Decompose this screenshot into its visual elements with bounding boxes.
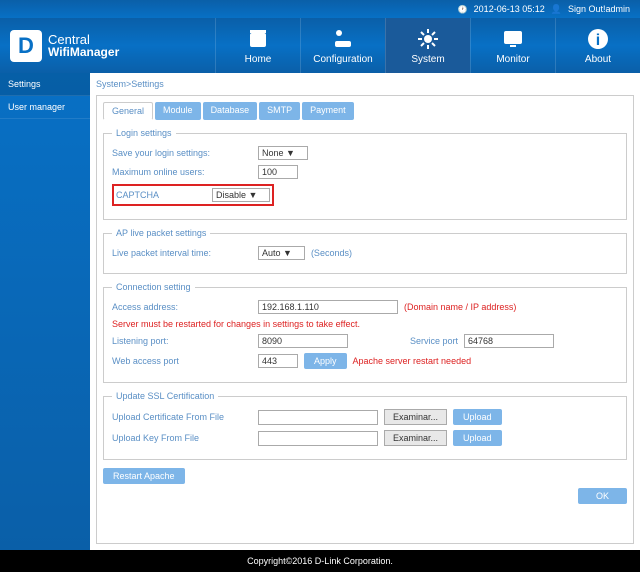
max-users-input[interactable] bbox=[258, 165, 298, 179]
interval-label: Live packet interval time: bbox=[112, 248, 252, 258]
connection-group: Connection setting Access address: (Doma… bbox=[103, 282, 627, 383]
sport-label: Service port bbox=[410, 336, 458, 346]
webport-input[interactable] bbox=[258, 354, 298, 368]
ssl-group: Update SSL Certification Upload Certific… bbox=[103, 391, 627, 460]
ap-packet-group: AP live packet settings Live packet inte… bbox=[103, 228, 627, 274]
apache-restart-msg: Apache server restart needed bbox=[353, 356, 472, 366]
conn-legend: Connection setting bbox=[112, 282, 195, 292]
interval-select[interactable]: Auto ▼ bbox=[258, 246, 305, 260]
lport-input[interactable] bbox=[258, 334, 348, 348]
settings-tabs: General Module Database SMTP Payment bbox=[103, 102, 627, 120]
tab-general[interactable]: General bbox=[103, 102, 153, 120]
ssl-legend: Update SSL Certification bbox=[112, 391, 218, 401]
signout-link[interactable]: Sign Out!admin bbox=[568, 4, 630, 14]
logo-d-icon: D bbox=[10, 30, 42, 62]
datetime-text: 2012-06-13 05:12 bbox=[474, 4, 545, 14]
copyright-text: Copyright©2016 D-Link Corporation. bbox=[247, 556, 393, 566]
nav-system-label: System bbox=[411, 54, 444, 65]
addr-label: Access address: bbox=[112, 302, 252, 312]
info-icon: i bbox=[586, 27, 610, 51]
config-icon bbox=[331, 27, 355, 51]
nav-config-label: Configuration bbox=[313, 54, 372, 65]
addr-hint: (Domain name / IP address) bbox=[404, 302, 516, 312]
nav-about[interactable]: i About bbox=[555, 18, 640, 73]
tab-payment[interactable]: Payment bbox=[302, 102, 354, 120]
key-file-box bbox=[258, 431, 378, 446]
tab-database[interactable]: Database bbox=[203, 102, 258, 120]
tab-module[interactable]: Module bbox=[155, 102, 201, 120]
lport-label: Listening port: bbox=[112, 336, 252, 346]
login-legend: Login settings bbox=[112, 128, 176, 138]
nav-monitor[interactable]: Monitor bbox=[470, 18, 555, 73]
nav-home[interactable]: Home bbox=[215, 18, 300, 73]
captcha-select[interactable]: Disable ▼ bbox=[212, 188, 270, 202]
svg-text:i: i bbox=[596, 32, 600, 49]
brand-line2: WifiManager bbox=[48, 46, 119, 58]
addr-input[interactable] bbox=[258, 300, 398, 314]
nav-configuration[interactable]: Configuration bbox=[300, 18, 385, 73]
max-users-label: Maximum online users: bbox=[112, 167, 252, 177]
key-browse-button[interactable]: Examinar... bbox=[384, 430, 447, 446]
monitor-icon bbox=[501, 27, 525, 51]
nav-home-label: Home bbox=[245, 54, 272, 65]
apply-button[interactable]: Apply bbox=[304, 353, 347, 369]
ap-legend: AP live packet settings bbox=[112, 228, 210, 238]
sidebar-item-settings[interactable]: Settings bbox=[0, 73, 90, 96]
cert-label: Upload Certificate From File bbox=[112, 412, 252, 422]
footer: Copyright©2016 D-Link Corporation. bbox=[0, 550, 640, 572]
restart-apache-button[interactable]: Restart Apache bbox=[103, 468, 185, 484]
home-icon bbox=[246, 27, 270, 51]
breadcrumb: System>Settings bbox=[96, 79, 634, 89]
save-login-select[interactable]: None ▼ bbox=[258, 146, 308, 160]
tab-smtp[interactable]: SMTP bbox=[259, 102, 300, 120]
header: D Central WifiManager Home Configuration… bbox=[0, 18, 640, 73]
captcha-label: CAPTCHA bbox=[116, 190, 206, 200]
key-upload-button[interactable]: Upload bbox=[453, 430, 502, 446]
clock-icon: 🕐 bbox=[458, 5, 468, 14]
cert-upload-button[interactable]: Upload bbox=[453, 409, 502, 425]
user-icon: 👤 bbox=[551, 4, 562, 15]
gear-icon bbox=[416, 27, 440, 51]
main-content: System>Settings General Module Database … bbox=[90, 73, 640, 550]
restart-msg: Server must be restarted for changes in … bbox=[112, 319, 360, 329]
cert-browse-button[interactable]: Examinar... bbox=[384, 409, 447, 425]
nav-monitor-label: Monitor bbox=[496, 54, 529, 65]
interval-unit: (Seconds) bbox=[311, 248, 352, 258]
sidebar: Settings User manager bbox=[0, 73, 90, 550]
main-nav: Home Configuration System Monitor i Abou… bbox=[215, 18, 640, 73]
nav-system[interactable]: System bbox=[385, 18, 470, 73]
ok-button[interactable]: OK bbox=[578, 488, 627, 504]
login-settings-group: Login settings Save your login settings:… bbox=[103, 128, 627, 220]
logo: D Central WifiManager bbox=[0, 30, 129, 62]
save-login-label: Save your login settings: bbox=[112, 148, 252, 158]
top-status-bar: 🕐 2012-06-13 05:12 👤 Sign Out!admin bbox=[0, 0, 640, 18]
cert-file-box bbox=[258, 410, 378, 425]
sidebar-item-user-manager[interactable]: User manager bbox=[0, 96, 90, 119]
webport-label: Web access port bbox=[112, 356, 252, 366]
key-label: Upload Key From File bbox=[112, 433, 252, 443]
settings-panel: General Module Database SMTP Payment Log… bbox=[96, 95, 634, 544]
nav-about-label: About bbox=[585, 54, 611, 65]
sport-input[interactable] bbox=[464, 334, 554, 348]
